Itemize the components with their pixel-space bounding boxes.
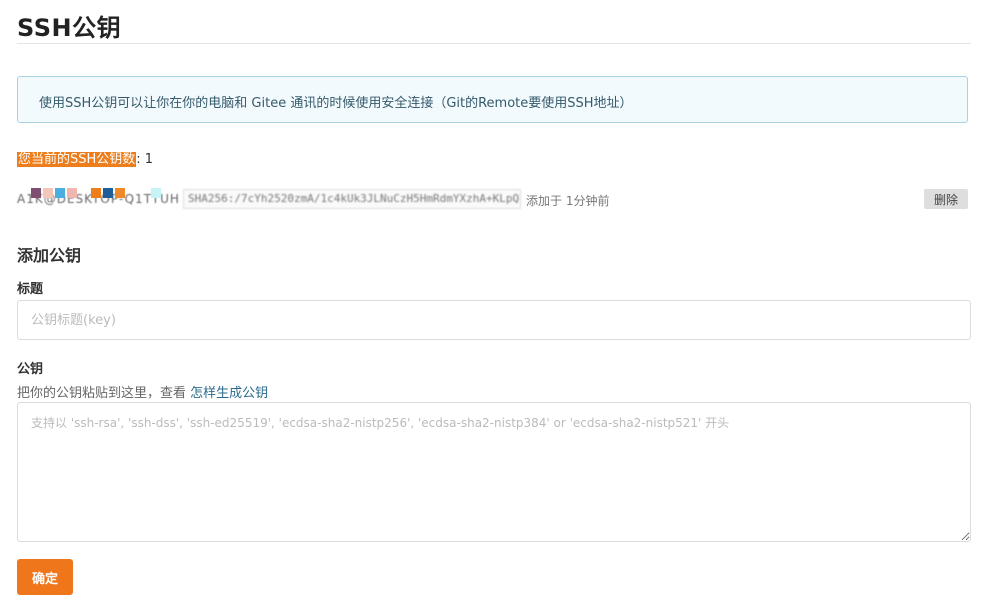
key-count: 您当前的SSH公钥数: 1 [17,150,153,170]
mosaic-block [91,188,101,198]
title-field-label: 标题 [17,282,44,297]
mosaic-block [55,188,65,198]
help-prefix: 把你的公钥粘贴到这里，查看 [17,386,191,401]
mosaic-block [115,188,125,198]
mosaic-block [43,188,53,198]
key-added-time: 添加于 1分钟前 [526,194,610,208]
ssh-key-row: A1K@DESKTOP-Q1TTUH SHA256:/7cYh2520zmA/1… [17,187,971,211]
add-key-heading: 添加公钥 [17,246,82,265]
key-help-text: 把你的公钥粘贴到这里，查看 怎样生成公钥 [17,382,268,401]
key-fingerprint: SHA256:/7cYh2520zmA/1c4kUk3JLNuCzH5HmRdm… [183,189,521,209]
key-field-label: 公钥 [17,362,44,377]
mosaic-block [103,188,113,198]
mosaic-block [151,188,161,198]
key-count-value: : 1 [136,152,154,167]
page-title: SSH公钥 [17,14,122,42]
key-count-label: 您当前的SSH公钥数 [17,152,137,167]
info-alert: 使用SSH公钥可以让你在你的电脑和 Gitee 通讯的时候使用安全连接（Git的… [17,76,968,123]
how-to-generate-key-link[interactable]: 怎样生成公钥 [190,386,268,401]
title-divider [17,43,971,44]
submit-button[interactable]: 确定 [17,559,73,595]
key-title-input[interactable] [17,300,971,340]
mosaic-block [31,188,41,198]
public-key-textarea[interactable] [17,402,971,542]
delete-key-button[interactable]: 删除 [924,189,968,209]
info-text: 使用SSH公钥可以让你在你的电脑和 Gitee 通讯的时候使用安全连接（Git的… [39,96,633,111]
mosaic-block [67,188,77,198]
